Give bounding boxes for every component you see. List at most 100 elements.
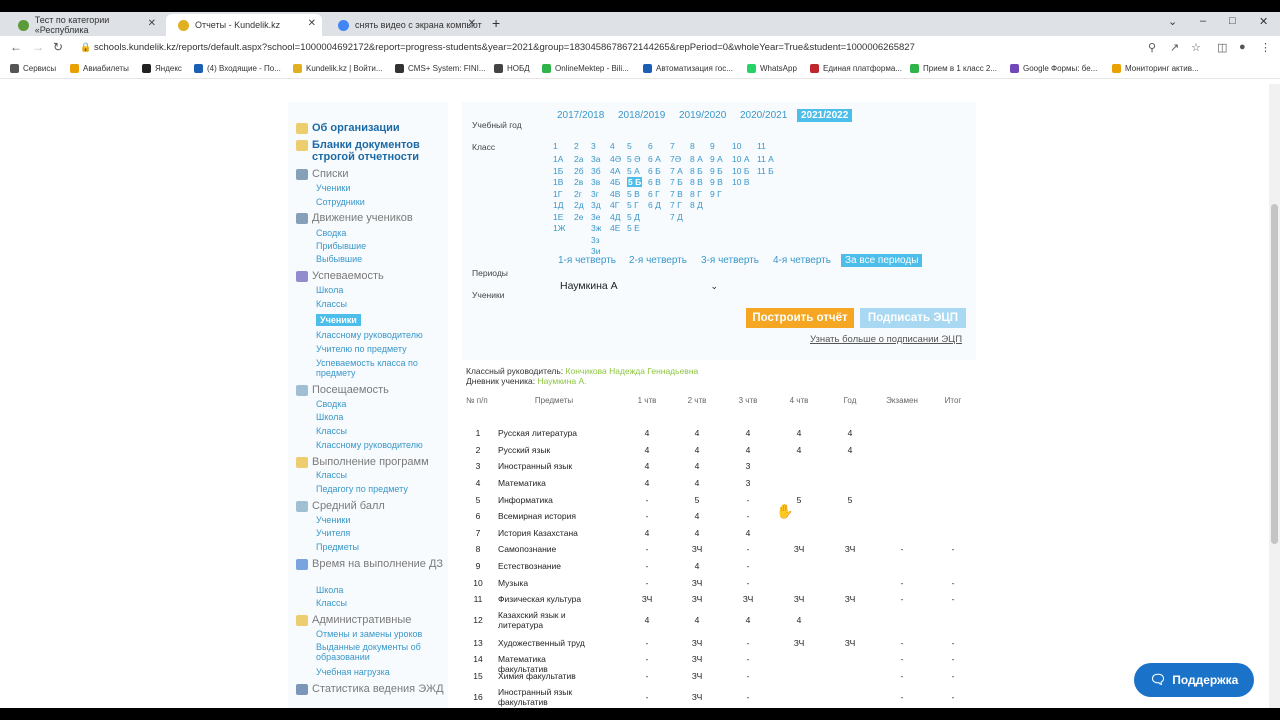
build-report-button[interactable]: Построить отчёт [746, 308, 854, 328]
scrollbar-thumb[interactable] [1271, 204, 1278, 544]
year-option[interactable]: 2018/2019 [618, 110, 665, 121]
class-option[interactable]: 6 В [648, 177, 661, 187]
class-option[interactable]: 3д [591, 200, 601, 210]
class-grade-link[interactable]: 6 [648, 141, 653, 151]
class-option[interactable]: 2г [574, 189, 582, 199]
class-option[interactable]: 3ж [591, 223, 601, 233]
sidebar-item[interactable]: Предметы [316, 542, 359, 552]
bookmark-item[interactable]: CMS+ System: FINI... [395, 64, 486, 73]
sidebar-item[interactable]: Сотрудники [316, 197, 365, 207]
class-option[interactable]: 4А [610, 166, 620, 176]
class-grade-link[interactable]: 8 [690, 141, 695, 151]
class-grade-link[interactable]: 3 [591, 141, 596, 151]
class-option[interactable]: 10 В [732, 177, 750, 187]
bookmark-item[interactable]: OnlineMektep - Bili... [542, 64, 629, 73]
sidebar-item[interactable]: Школа [316, 585, 343, 595]
class-option[interactable]: 4Г [610, 200, 619, 210]
sign-info-link[interactable]: Узнать больше о подписании ЭЦП [810, 334, 962, 345]
class-option[interactable]: 9 Б [710, 166, 723, 176]
sidebar-item[interactable]: Классы [316, 470, 347, 480]
support-button[interactable]: 🗨 Поддержка [1134, 663, 1254, 697]
class-option[interactable]: 6 Д [648, 200, 661, 210]
class-option[interactable]: 10 А [732, 154, 750, 164]
bookmark-item[interactable]: WhatsApp [747, 64, 797, 73]
star-icon[interactable]: ☆ [1191, 41, 1201, 54]
class-option[interactable]: 3з [591, 235, 600, 245]
sidebar-item[interactable]: Классы [316, 299, 347, 309]
class-option[interactable]: 7 Г [670, 200, 682, 210]
scrollbar[interactable] [1269, 84, 1280, 708]
forward-icon[interactable]: → [32, 40, 44, 54]
class-option[interactable]: 7 Б [670, 177, 683, 187]
profile-icon[interactable]: ● [1239, 41, 1246, 53]
class-option[interactable]: 7Ә [670, 154, 681, 164]
sidebar-item[interactable]: Сводка [316, 399, 346, 409]
period-option[interactable]: 1-я четверть [558, 255, 616, 266]
bookmark-item[interactable]: (4) Входящие - По... [194, 64, 281, 73]
bookmark-item[interactable]: Google Формы: бе... [1010, 64, 1097, 73]
class-option[interactable]: 6 Б [648, 166, 661, 176]
class-option[interactable]: 5 Г [627, 200, 639, 210]
class-option[interactable]: 1Д [553, 200, 563, 210]
new-tab-icon[interactable]: + [492, 15, 500, 31]
sidebar-item[interactable]: Классному руководителю [316, 440, 423, 450]
class-option[interactable]: 9 Г [710, 189, 722, 199]
bookmark-item[interactable]: НОБД [494, 64, 530, 73]
class-option[interactable]: 8 Д [690, 200, 703, 210]
close-icon[interactable]: ✕ [148, 18, 156, 29]
bookmark-item[interactable]: Прием в 1 класс 2... [910, 64, 997, 73]
close-icon[interactable]: ✕ [468, 18, 476, 29]
class-option[interactable]: 6 Г [648, 189, 660, 199]
class-grade-link[interactable]: 1 [553, 141, 558, 151]
class-option[interactable]: 5 А [627, 166, 640, 176]
class-grade-link[interactable]: 5 [627, 141, 632, 151]
class-grade-link[interactable]: 9 [710, 141, 715, 151]
period-option[interactable]: 4-я четверть [773, 255, 831, 266]
class-option[interactable]: 2а [574, 154, 583, 164]
period-option[interactable]: 3-я четверть [701, 255, 759, 266]
zoom-icon[interactable]: ⚲ [1148, 41, 1156, 54]
year-option[interactable]: 2020/2021 [740, 110, 787, 121]
class-option[interactable]: 8 Г [690, 189, 702, 199]
year-option[interactable]: 2019/2020 [679, 110, 726, 121]
class-option[interactable]: 3а [591, 154, 600, 164]
class-option[interactable]: 5 Б [627, 177, 643, 187]
sidebar-section[interactable]: Административные [296, 614, 446, 626]
window-close-icon[interactable]: ✕ [1259, 15, 1268, 28]
class-grade-link[interactable]: 2 [574, 141, 579, 151]
url-field[interactable]: schools.kundelik.kz/reports/default.aspx… [94, 42, 915, 53]
class-option[interactable]: 5 Е [627, 223, 640, 233]
bookmark-item[interactable]: Сервисы [10, 64, 56, 73]
sidebar-item[interactable]: Успеваемость класса по предмету [316, 358, 436, 378]
sidebar-item[interactable]: Учителю по предмету [316, 344, 407, 354]
sidebar-item[interactable]: Школа [316, 285, 343, 295]
back-icon[interactable]: ← [10, 40, 22, 54]
bookmark-item[interactable]: Автоматизация гос... [643, 64, 733, 73]
diary-name[interactable]: Наумкина А. [537, 376, 586, 386]
sidebar-item[interactable]: Выданные документы об образовании [316, 642, 436, 662]
student-select[interactable]: Наумкина А ⌄ [558, 277, 720, 295]
class-option[interactable]: 4Д [610, 212, 620, 222]
class-option[interactable]: 6 А [648, 154, 661, 164]
class-option[interactable]: 9 В [710, 177, 723, 187]
sidebar-section[interactable]: Списки [296, 168, 446, 180]
sidebar-item[interactable]: Педагогу по предмету [316, 484, 408, 494]
period-option[interactable]: 2-я четверть [629, 255, 687, 266]
teacher-name[interactable]: Кончикова Надежда Геннадьевна [566, 366, 699, 376]
share-icon[interactable]: ↗ [1170, 41, 1179, 54]
sidebar-item[interactable]: Ученики [316, 183, 350, 193]
class-option[interactable]: 2е [574, 212, 583, 222]
sidebar-item[interactable]: Ученики [316, 515, 350, 525]
class-grade-link[interactable]: 7 [670, 141, 675, 151]
bookmark-item[interactable]: Мониторинг актив... [1112, 64, 1199, 73]
class-option[interactable]: 2б [574, 166, 584, 176]
bookmark-item[interactable]: Авиабилеты [70, 64, 129, 73]
class-option[interactable]: 7 В [670, 189, 683, 199]
class-option[interactable]: 1Б [553, 166, 563, 176]
browser-tab[interactable]: снять видео с экрана компьют ✕ [326, 14, 482, 36]
sidebar-section[interactable]: Бланки документов строгой отчетности [296, 139, 446, 163]
class-option[interactable]: 4В [610, 189, 620, 199]
sidebar-item[interactable]: Школа [316, 412, 343, 422]
browser-tab[interactable]: Отчеты - Kundelik.kz ✕ [166, 14, 322, 36]
class-option[interactable]: 3г [591, 189, 599, 199]
